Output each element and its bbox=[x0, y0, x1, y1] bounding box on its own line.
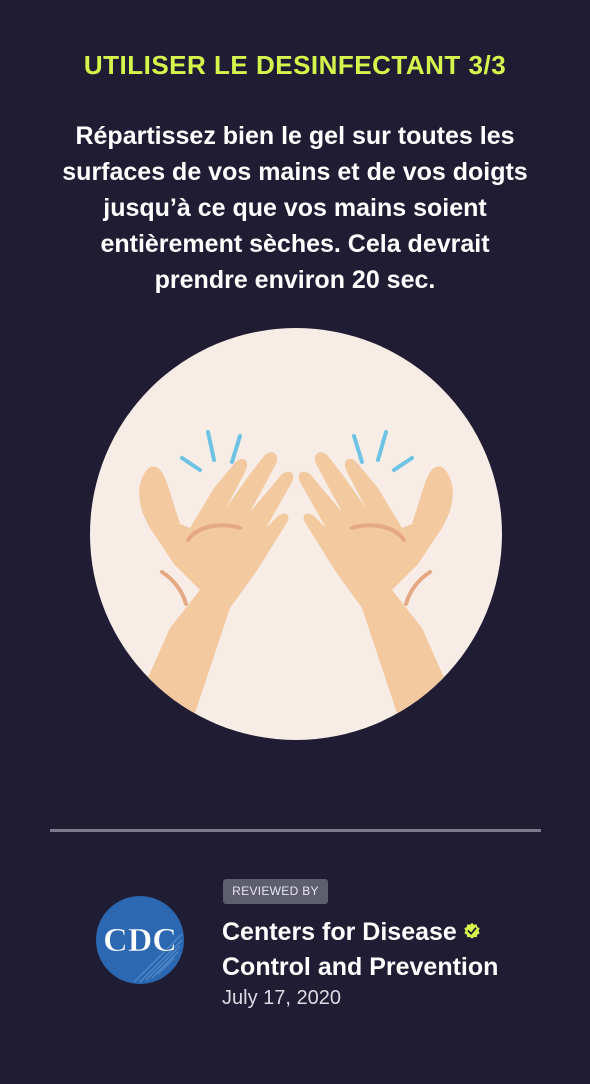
hands-rubbing-sanitizer-icon bbox=[90, 328, 502, 740]
verified-check-icon bbox=[464, 923, 480, 940]
hand-hygiene-step-screen: UTILISER LE DESINFECTANT 3/3 Répartissez… bbox=[0, 0, 590, 1084]
cdc-logo: CDC bbox=[96, 896, 184, 984]
instruction-text: Répartissez bien le gel sur toutes les s… bbox=[62, 122, 528, 294]
cdc-logo-text: CDC bbox=[103, 922, 177, 959]
review-date: July 17, 2020 bbox=[222, 987, 341, 1009]
organization-name-line-2: Control and Prevention bbox=[222, 953, 499, 981]
reviewed-by-badge: REVIEWED BY bbox=[223, 879, 328, 904]
reviewer-organization: Centers for Disease Control and Preventi… bbox=[222, 915, 552, 985]
step-title: UTILISER LE DESINFECTANT 3/3 bbox=[83, 50, 507, 80]
section-divider bbox=[50, 829, 541, 832]
organization-name-line-1: Centers for Disease bbox=[222, 918, 457, 946]
